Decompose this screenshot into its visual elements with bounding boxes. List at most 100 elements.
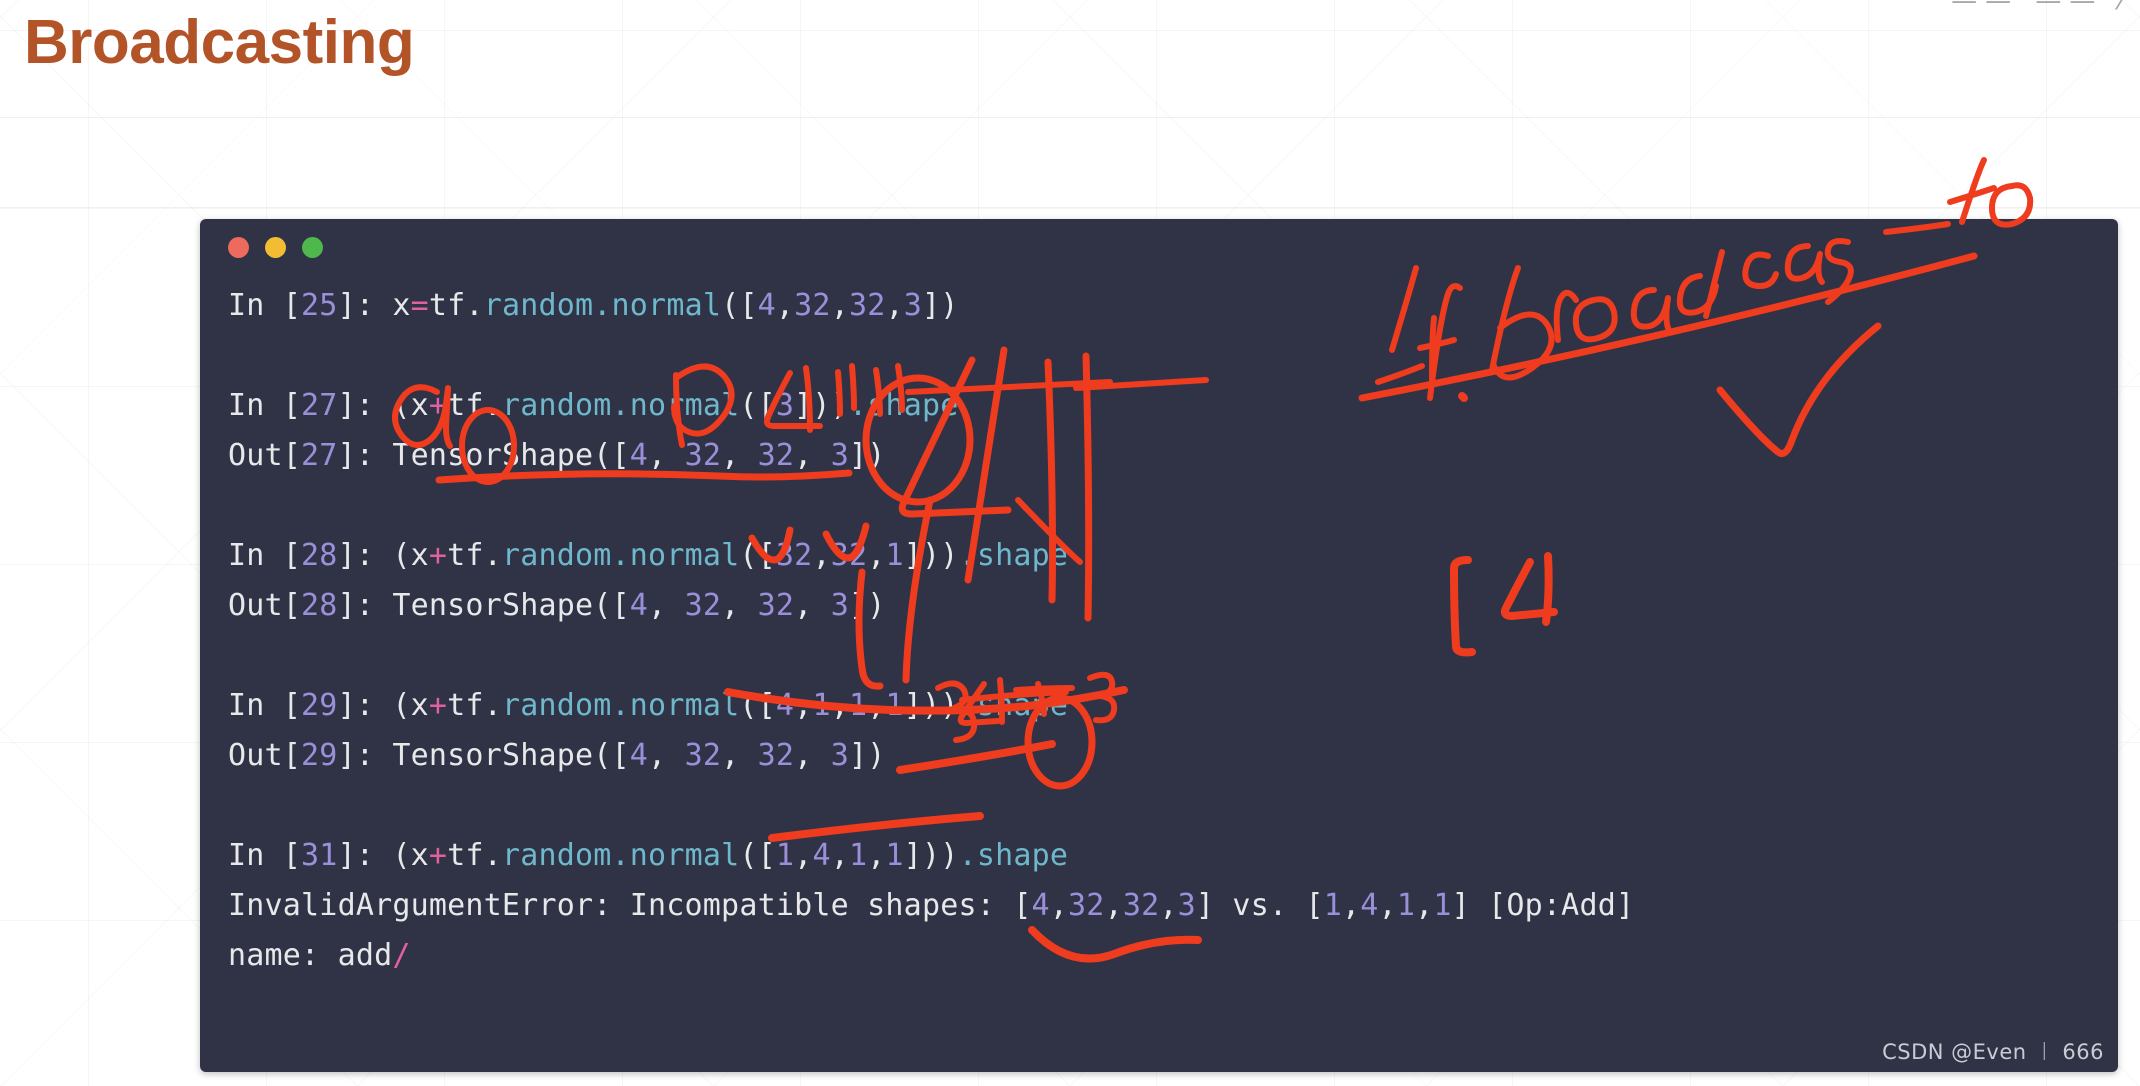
terminal-code-output: In [25]: x=tf.random.normal([4,32,32,3])… bbox=[228, 281, 2110, 981]
code-token: 32 bbox=[684, 438, 722, 473]
background-rule-1 bbox=[0, 117, 2140, 118]
terminal-line-in-29: In [29]: (x+tf.random.normal([4,1,1,1]))… bbox=[228, 681, 2110, 731]
code-token: 4 bbox=[1031, 888, 1050, 923]
code-token: , bbox=[1159, 888, 1178, 923]
code-token: random.normal bbox=[501, 838, 740, 873]
code-token: 1 bbox=[848, 688, 868, 723]
terminal-line-out-29: Out[29]: TensorShape([4, 32, 32, 3]) bbox=[228, 731, 2110, 781]
prompt-close: ]: bbox=[337, 738, 393, 773]
code-token: , bbox=[794, 588, 831, 623]
code-token: , bbox=[794, 688, 813, 723]
prompt-close: ]: bbox=[337, 688, 393, 723]
prompt-label: In [ bbox=[228, 838, 302, 873]
csdn-watermark: CSDN @Even ︱ 666 bbox=[1882, 1040, 2104, 1064]
code-token: 32 bbox=[775, 538, 813, 573]
code-token: (x bbox=[392, 688, 429, 723]
prompt-label: Out[ bbox=[228, 738, 302, 773]
terminal-line-in-27: In [27]: (x+tf.random.normal([3])).shape bbox=[228, 381, 2110, 431]
code-token: , bbox=[867, 538, 886, 573]
code-token: + bbox=[428, 688, 448, 723]
code-token: ]) bbox=[848, 438, 886, 473]
code-token: 1 bbox=[885, 538, 904, 573]
code-token: ])) bbox=[794, 388, 849, 423]
code-token: 4 bbox=[757, 288, 776, 323]
code-token: 32 bbox=[757, 438, 795, 473]
prompt-close: ]: bbox=[337, 288, 393, 323]
terminal-line-blank-3 bbox=[228, 631, 2110, 681]
code-token: 1 bbox=[775, 838, 795, 873]
code-token: 4 bbox=[1360, 888, 1379, 923]
prompt-number: 27 bbox=[301, 438, 338, 473]
code-token: name: add bbox=[228, 938, 393, 973]
code-token: 32 bbox=[1122, 888, 1160, 923]
code-token: , bbox=[812, 538, 831, 573]
code-token: 1 bbox=[1433, 888, 1452, 923]
code-token: = bbox=[410, 288, 429, 323]
code-token: , bbox=[648, 438, 685, 473]
terminal-line-out-27: Out[27]: TensorShape([4, 32, 32, 3]) bbox=[228, 431, 2110, 481]
prompt-close: ]: bbox=[337, 538, 393, 573]
code-token: 32 bbox=[757, 738, 795, 773]
code-token: , bbox=[1104, 888, 1123, 923]
minimize-window-button[interactable] bbox=[265, 236, 286, 258]
code-token: , bbox=[721, 738, 758, 773]
code-token: x bbox=[392, 288, 411, 323]
terminal-line-error-name: name: add/ bbox=[228, 931, 2110, 981]
prompt-number: 31 bbox=[301, 838, 338, 873]
prompt-number: 29 bbox=[301, 738, 338, 773]
code-token: ])) bbox=[903, 538, 959, 573]
code-token: , bbox=[721, 438, 758, 473]
code-token: 4 bbox=[775, 688, 795, 723]
code-token: 32 bbox=[848, 288, 886, 323]
code-token: random.normal bbox=[501, 688, 740, 723]
code-token: ]) bbox=[922, 288, 959, 323]
terminal-line-blank-4 bbox=[228, 781, 2110, 831]
prompt-number: 25 bbox=[301, 288, 338, 323]
code-token: , bbox=[1342, 888, 1361, 923]
code-token: .shape bbox=[958, 838, 1069, 873]
prompt-close: ]: bbox=[337, 438, 393, 473]
code-token: TensorShape([ bbox=[392, 738, 630, 773]
code-token: 32 bbox=[1068, 888, 1105, 923]
code-token: 4 bbox=[629, 588, 649, 623]
code-token: ])) bbox=[903, 838, 959, 873]
code-token: , bbox=[794, 438, 831, 473]
code-token: tf. bbox=[447, 838, 502, 873]
prompt-close: ]: bbox=[337, 388, 393, 423]
code-token: 1 bbox=[1396, 888, 1416, 923]
close-window-button[interactable] bbox=[228, 236, 249, 258]
code-token: , bbox=[1415, 888, 1434, 923]
code-token: 32 bbox=[684, 738, 722, 773]
code-token: ([ bbox=[721, 288, 758, 323]
prompt-label: Out[ bbox=[228, 588, 302, 623]
clipped-toolbar-glyph: —— —— ⁄ bbox=[1951, 0, 2132, 16]
code-token: tf. bbox=[447, 388, 502, 423]
code-token: 3 bbox=[1177, 888, 1196, 923]
terminal-line-blank-1 bbox=[228, 331, 2110, 381]
prompt-number: 29 bbox=[301, 688, 338, 723]
code-token: 32 bbox=[684, 588, 722, 623]
terminal-line-in-25: In [25]: x=tf.random.normal([4,32,32,3]) bbox=[228, 281, 2110, 331]
prompt-number: 28 bbox=[301, 538, 338, 573]
code-token: .shape bbox=[958, 688, 1069, 723]
code-token: 3 bbox=[830, 738, 849, 773]
code-token: , bbox=[648, 738, 685, 773]
page-title: Broadcasting bbox=[24, 8, 415, 77]
code-token: 4 bbox=[812, 838, 831, 873]
code-token: ]) bbox=[848, 738, 886, 773]
code-token: , bbox=[830, 288, 849, 323]
code-token: , bbox=[794, 838, 813, 873]
code-token: ] vs. [ bbox=[1195, 888, 1324, 923]
code-token: .shape bbox=[958, 538, 1069, 573]
code-token: 3 bbox=[830, 588, 849, 623]
background-rule-2 bbox=[0, 207, 2140, 208]
code-token: (x bbox=[392, 538, 429, 573]
code-token: 4 bbox=[629, 738, 649, 773]
code-token: random.normal bbox=[483, 288, 722, 323]
prompt-label: In [ bbox=[228, 538, 302, 573]
maximize-window-button[interactable] bbox=[302, 236, 323, 258]
terminal-titlebar bbox=[200, 219, 2118, 275]
code-token: 3 bbox=[830, 438, 849, 473]
code-token: tf. bbox=[447, 688, 502, 723]
code-token: ])) bbox=[903, 688, 959, 723]
